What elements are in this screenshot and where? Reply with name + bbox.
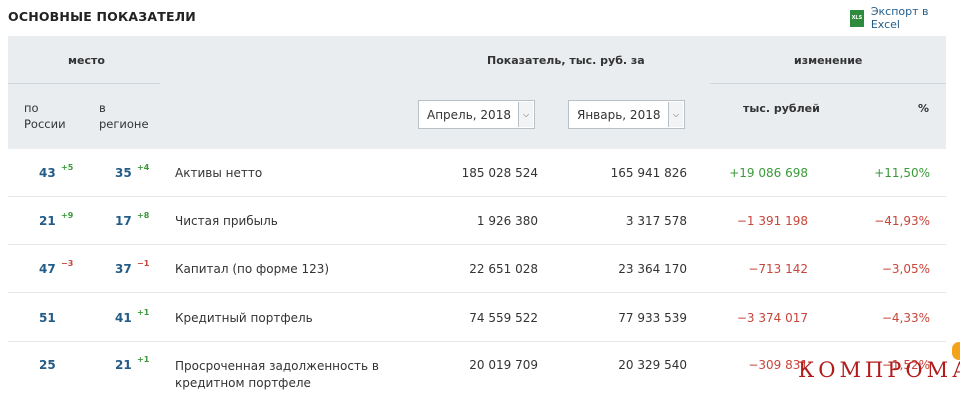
rank-russia: 47 — [39, 262, 56, 276]
rank-region-delta: +1 — [137, 355, 150, 364]
table-row: 43 +5 35 +4 Активы нетто 185 028 524 165… — [8, 149, 946, 197]
rank-russia: 21 — [39, 214, 56, 228]
table-header: место Показатель, тыс. руб. за изменение… — [8, 36, 946, 149]
value-period1: 1 926 380 — [476, 214, 538, 228]
export-excel-link[interactable]: XLS Экспорт в Excel — [850, 5, 960, 31]
rank-region-delta: +4 — [137, 163, 150, 172]
excel-icon: XLS — [850, 9, 864, 27]
rank-russia: 43 — [39, 166, 56, 180]
value-period1: 74 559 522 — [469, 311, 538, 325]
indicator-name: Кредитный портфель — [175, 311, 313, 325]
rank-region: 21 — [115, 358, 132, 372]
change-absolute: −3 374 017 — [736, 311, 808, 325]
indicator-name: Чистая прибыль — [175, 214, 278, 228]
chevron-down-icon[interactable]: ⌵ — [518, 102, 533, 127]
header-in-region: в регионе — [99, 101, 149, 131]
rank-region: 17 — [115, 214, 132, 228]
indicator-name: Активы нетто — [175, 166, 263, 180]
rank-russia: 25 — [39, 358, 56, 372]
header-divider-place — [8, 83, 160, 84]
rank-region: 41 — [115, 311, 132, 325]
section-title: ОСНОВНЫЕ ПОКАЗАТЕЛИ — [8, 9, 196, 24]
export-excel-label: Экспорт в Excel — [870, 5, 929, 31]
rank-region: 35 — [115, 166, 132, 180]
value-period1: 20 019 709 — [469, 358, 538, 372]
change-percent: −3,05% — [881, 262, 930, 276]
change-percent: −4,33% — [881, 311, 930, 325]
header-by-russia: по России — [24, 101, 66, 131]
change-absolute: −713 142 — [748, 262, 808, 276]
indicator-name: Просроченная задолженность в кредитном п… — [175, 359, 379, 390]
chevron-down-icon[interactable]: ⌵ — [668, 102, 683, 127]
header-place: место — [68, 54, 105, 67]
rank-region-delta: −1 — [137, 259, 150, 268]
period1-value: Апрель, 2018 — [427, 108, 511, 122]
table-row: 21 +9 17 +8 Чистая прибыль 1 926 380 3 3… — [8, 197, 946, 245]
period2-value: Январь, 2018 — [577, 108, 661, 122]
indicator-name: Капитал (по форме 123) — [175, 262, 330, 276]
header-percent: % — [918, 102, 930, 115]
header-divider-change — [710, 83, 946, 84]
rank-russia-delta: −3 — [61, 259, 74, 268]
value-period1: 22 651 028 — [469, 262, 538, 276]
rank-region: 37 — [115, 262, 132, 276]
change-absolute: −309 831 — [748, 358, 808, 372]
value-period1: 185 028 524 — [461, 166, 538, 180]
change-percent: +11,50% — [874, 166, 930, 180]
bank-indicators-page: ОСНОВНЫЕ ПОКАЗАТЕЛИ XLS Экспорт в Excel … — [0, 0, 960, 401]
rank-region-delta: +1 — [137, 308, 150, 317]
header-change: изменение — [794, 54, 863, 67]
watermark: КОМПРОМАТ — [798, 358, 960, 382]
period2-select[interactable]: Январь, 2018 ⌵ — [568, 100, 685, 129]
table-row: 47 −3 37 −1 Капитал (по форме 123) 22 65… — [8, 245, 946, 293]
table-row: 51 41 +1 Кредитный портфель 74 559 522 7… — [8, 293, 946, 342]
header-thousand-rub: тыс. рублей — [743, 102, 820, 115]
rank-region-delta: +8 — [137, 211, 150, 220]
period1-select[interactable]: Апрель, 2018 ⌵ — [418, 100, 535, 129]
header-indicator: Показатель, тыс. руб. за — [487, 54, 645, 67]
change-absolute: +19 086 698 — [729, 166, 808, 180]
rank-russia-delta: +5 — [61, 163, 74, 172]
change-absolute: −1 391 198 — [736, 214, 808, 228]
rank-russia: 51 — [39, 311, 56, 325]
change-percent: −41,93% — [874, 214, 930, 228]
rank-russia-delta: +9 — [61, 211, 74, 220]
